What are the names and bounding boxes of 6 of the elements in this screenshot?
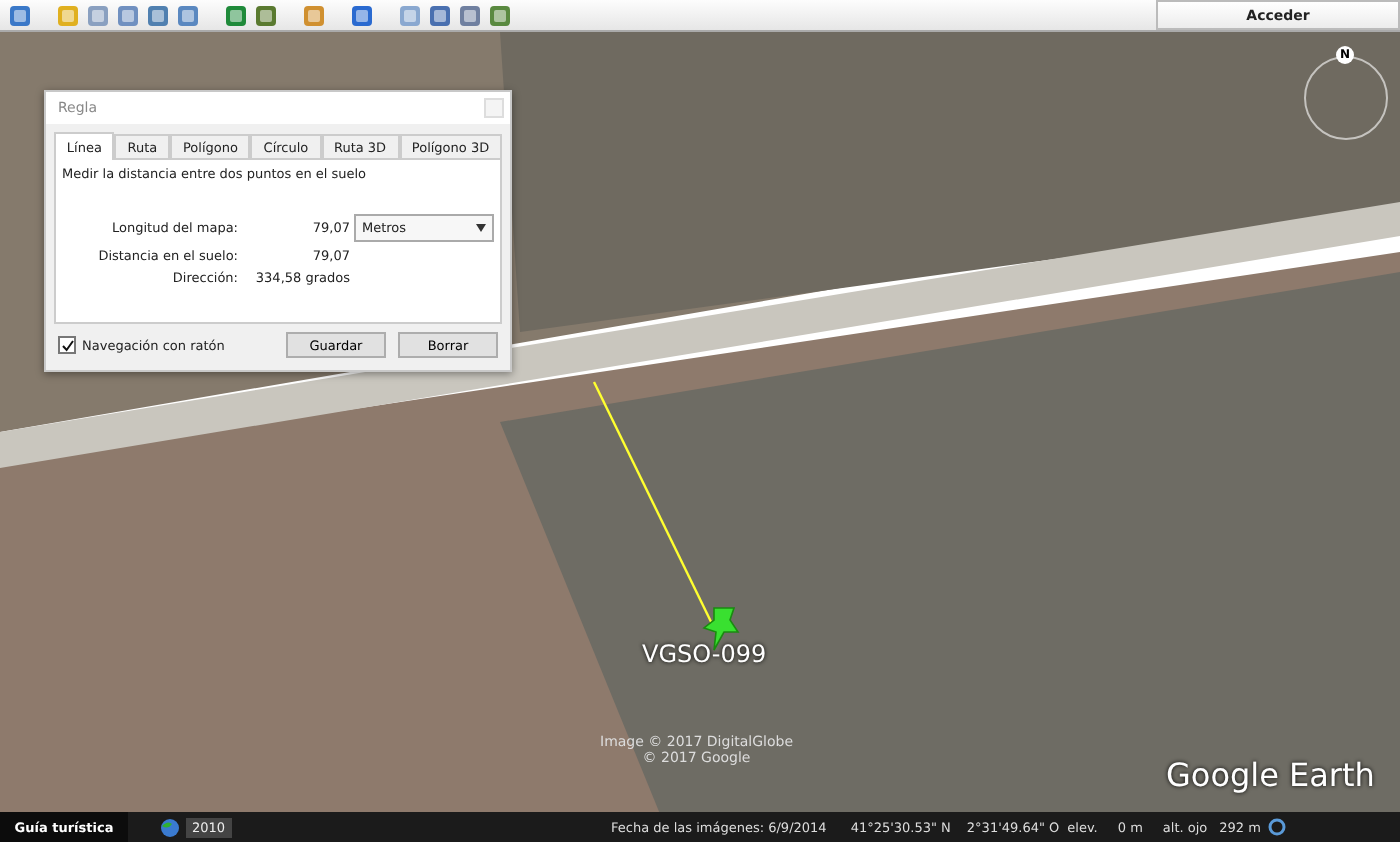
placemark-label: VGSO-099: [642, 640, 767, 668]
app-logo: Google Earth: [1166, 756, 1375, 794]
status-ring-icon: [1268, 818, 1287, 836]
checkbox[interactable]: [58, 336, 76, 354]
globe-icon[interactable]: [160, 817, 180, 837]
caret-icon: [476, 224, 486, 232]
